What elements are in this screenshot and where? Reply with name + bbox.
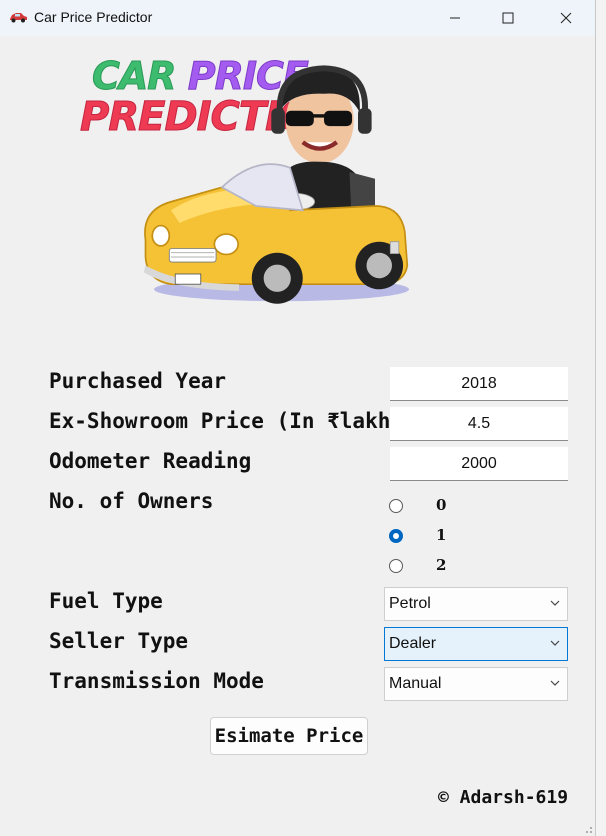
estimate-price-button[interactable]: Esimate Price [210,717,368,755]
owners-radio-0[interactable]: 0 [389,496,446,516]
minimize-icon [450,17,460,19]
minimize-button[interactable] [432,0,478,36]
ex-showroom-price-input[interactable]: 4.5 [390,407,568,441]
transmission-mode-select[interactable]: Manual [384,667,568,701]
app-window: Car Price Predictor CAR PRICE PREDICTION [0,0,596,836]
fuel-type-label: Fuel Type [49,589,163,613]
chevron-down-icon [550,680,560,686]
odometer-reading-input[interactable]: 2000 [390,447,568,481]
transmission-mode-label: Transmission Mode [49,669,264,693]
radio-button[interactable] [389,559,403,573]
maximize-icon [502,12,514,24]
owners-radio-2[interactable]: 2 [389,556,446,576]
fuel-type-value: Petrol [389,595,431,612]
window-title: Car Price Predictor [34,9,153,25]
title-bar[interactable]: Car Price Predictor [0,0,595,36]
radio-button[interactable] [389,499,403,513]
odometer-reading-label: Odometer Reading [49,449,252,473]
seller-type-label: Seller Type [49,629,189,653]
close-icon [560,12,572,24]
chevron-down-icon [550,600,560,606]
owners-radio-2-label: 2 [436,556,447,574]
copyright-text: © Adarsh-619 [438,787,569,808]
owners-label: No. of Owners [49,489,214,513]
owners-radio-1-label: 1 [436,526,447,544]
purchased-year-label: Purchased Year [49,369,227,393]
maximize-button[interactable] [485,0,531,36]
seller-type-value: Dealer [389,635,437,652]
resize-grip-icon[interactable] [583,824,593,834]
purchased-year-input[interactable]: 2018 [390,367,568,401]
seller-type-select[interactable]: Dealer [384,627,568,661]
close-button[interactable] [543,0,589,36]
car-icon [10,13,27,23]
owners-radio-0-label: 0 [436,496,447,514]
radio-button-selected[interactable] [389,529,403,543]
chevron-down-icon [550,640,560,646]
transmission-mode-value: Manual [389,675,442,692]
owners-radio-1[interactable]: 1 [389,526,446,546]
car-driver-illustration [143,65,409,304]
fuel-type-select[interactable]: Petrol [384,587,568,621]
ex-showroom-price-label: Ex-Showroom Price (In ₹lakhs) [49,409,416,433]
